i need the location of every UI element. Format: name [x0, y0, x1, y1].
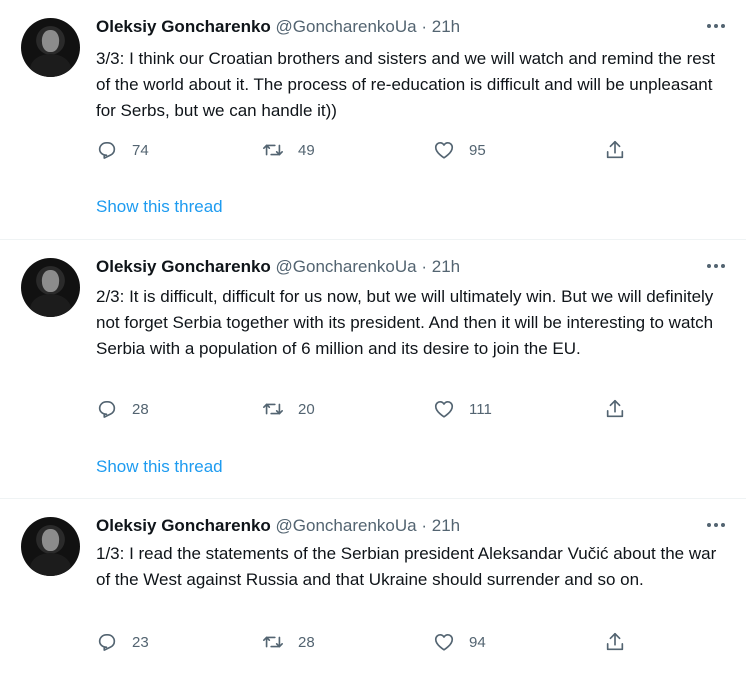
avatar[interactable]	[21, 517, 80, 576]
tweet-text: 3/3: I think our Croatian brothers and s…	[96, 49, 715, 120]
retweet-icon	[263, 144, 283, 156]
timestamp[interactable]: 21h	[432, 257, 460, 276]
more-icon[interactable]	[704, 14, 728, 38]
show-thread-link[interactable]: Show this thread	[96, 457, 223, 477]
tweet-actions: 28 20 111	[96, 398, 656, 428]
retweet-icon	[263, 403, 283, 415]
avatar[interactable]	[21, 18, 80, 77]
reply-icon	[98, 142, 116, 159]
reply-icon	[98, 634, 116, 651]
tweet-actions: 74 49 95	[96, 139, 656, 169]
author-name[interactable]: Oleksiy Goncharenko	[96, 17, 271, 36]
separator-dot: ·	[421, 257, 427, 276]
reply-count: 23	[132, 633, 149, 651]
author-name[interactable]: Oleksiy Goncharenko	[96, 516, 271, 535]
like-count: 94	[469, 633, 486, 651]
timestamp[interactable]: 21h	[432, 516, 460, 535]
like-count: 111	[469, 400, 492, 418]
tweet[interactable]: Oleksiy Goncharenko @GoncharenkoUa · 21h…	[0, 240, 746, 499]
share-icon	[606, 399, 624, 418]
author-handle[interactable]: @GoncharenkoUa	[276, 257, 417, 276]
retweet-button[interactable]: 49	[262, 139, 315, 161]
reply-count: 28	[132, 400, 149, 418]
like-icon	[434, 401, 454, 418]
like-button[interactable]: 95	[433, 139, 486, 161]
reply-button[interactable]: 23	[96, 631, 149, 653]
share-icon	[606, 140, 624, 159]
separator-dot: ·	[421, 17, 427, 36]
more-icon[interactable]	[704, 254, 728, 278]
share-button[interactable]	[604, 398, 626, 420]
tweet[interactable]: Oleksiy Goncharenko @GoncharenkoUa · 21h…	[0, 499, 746, 673]
retweet-icon	[263, 636, 283, 648]
reply-button[interactable]: 28	[96, 398, 149, 420]
share-button[interactable]	[604, 631, 626, 653]
author-handle[interactable]: @GoncharenkoUa	[276, 17, 417, 36]
author-name[interactable]: Oleksiy Goncharenko	[96, 257, 271, 276]
more-icon[interactable]	[704, 513, 728, 537]
like-icon	[434, 142, 454, 159]
tweet-header: Oleksiy Goncharenko @GoncharenkoUa · 21h	[96, 16, 460, 38]
tweet-text: 2/3: It is difficult, difficult for us n…	[96, 287, 714, 358]
tweet[interactable]: Oleksiy Goncharenko @GoncharenkoUa · 21h…	[0, 0, 746, 240]
like-button[interactable]: 111	[433, 398, 492, 420]
retweet-button[interactable]: 28	[262, 631, 315, 653]
retweet-count: 49	[298, 141, 315, 159]
tweet-header: Oleksiy Goncharenko @GoncharenkoUa · 21h	[96, 256, 460, 278]
show-thread-link[interactable]: Show this thread	[96, 197, 223, 217]
like-icon	[434, 634, 454, 651]
reply-icon	[98, 401, 116, 418]
avatar[interactable]	[21, 258, 80, 317]
reply-count: 74	[132, 141, 149, 159]
reply-button[interactable]: 74	[96, 139, 149, 161]
share-icon	[606, 632, 624, 651]
retweet-button[interactable]: 20	[262, 398, 315, 420]
separator-dot: ·	[421, 516, 427, 535]
tweet-text: 1/3: I read the statements of the Serbia…	[96, 544, 717, 589]
tweet-feed: Oleksiy Goncharenko @GoncharenkoUa · 21h…	[0, 0, 746, 673]
tweet-header: Oleksiy Goncharenko @GoncharenkoUa · 21h	[96, 515, 460, 537]
retweet-count: 28	[298, 633, 315, 651]
share-button[interactable]	[604, 139, 626, 161]
author-handle[interactable]: @GoncharenkoUa	[276, 516, 417, 535]
like-button[interactable]: 94	[433, 631, 486, 653]
tweet-actions: 23 28 94	[96, 631, 656, 661]
timestamp[interactable]: 21h	[432, 17, 460, 36]
retweet-count: 20	[298, 400, 315, 418]
like-count: 95	[469, 141, 486, 159]
